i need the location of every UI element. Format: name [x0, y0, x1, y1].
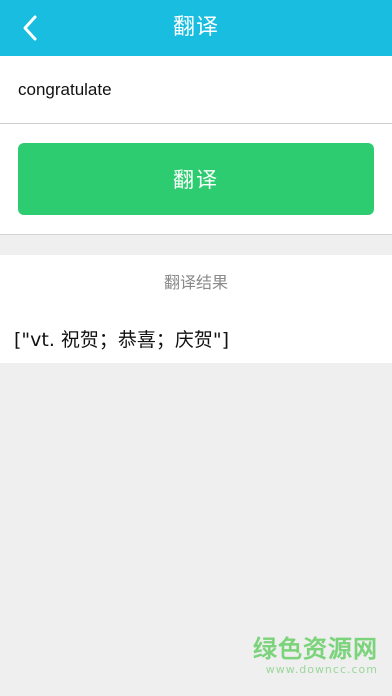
divider [0, 123, 392, 124]
divider [0, 234, 392, 235]
result-section: 翻译结果 ["vt. 祝贺；恭喜；庆贺"] [0, 255, 392, 363]
top-bar: 翻译 [0, 0, 392, 56]
watermark-name: 绿色资源网 [253, 635, 378, 663]
translate-button[interactable]: 翻译 [18, 143, 374, 215]
result-text: ["vt. 祝贺；恭喜；庆贺"] [14, 329, 230, 351]
input-section: 翻译 [0, 56, 392, 234]
watermark-url: www.downcc.com [265, 663, 378, 676]
page-title: 翻译 [172, 15, 219, 40]
result-heading: 翻译结果 [163, 273, 228, 292]
word-input[interactable] [18, 70, 368, 110]
watermark: 绿色资源网 www.downcc.com [253, 635, 378, 676]
